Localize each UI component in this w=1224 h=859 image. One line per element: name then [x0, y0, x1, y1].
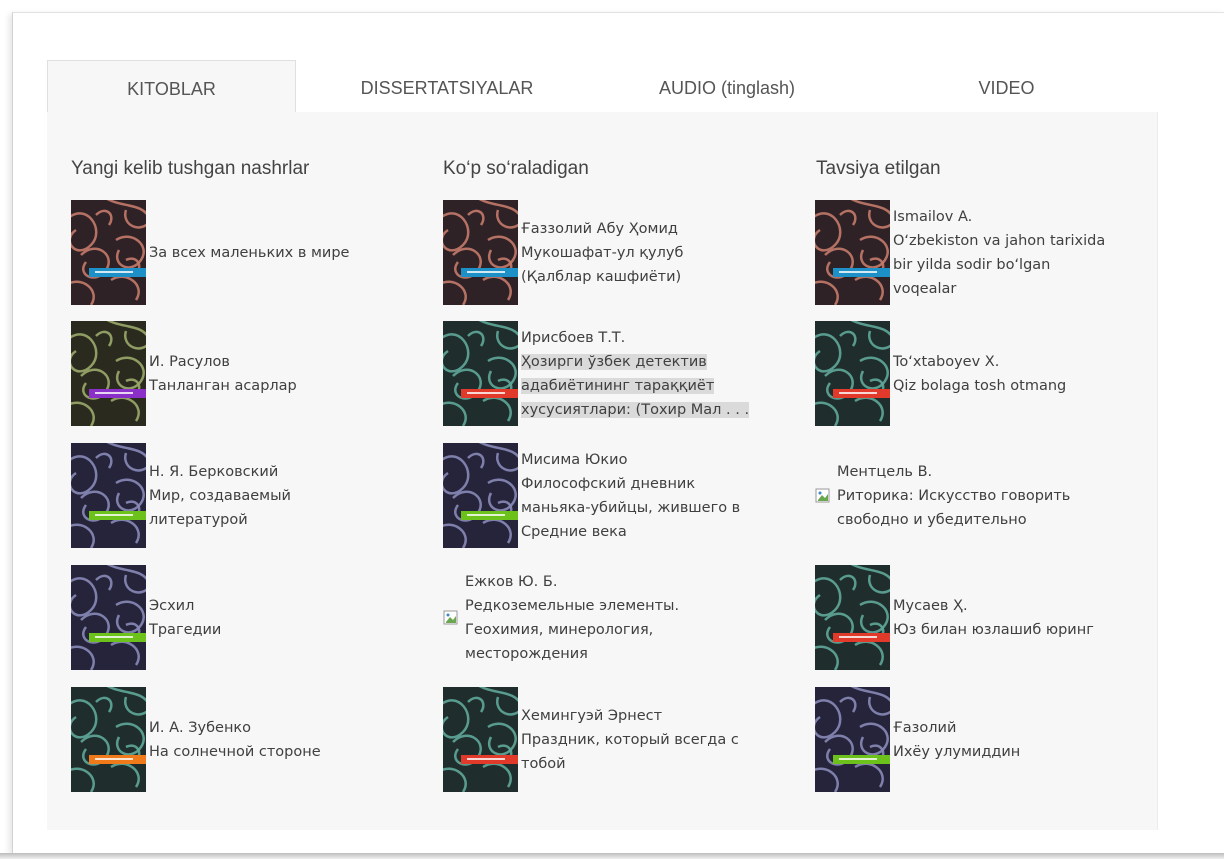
book-title-line: свободно и убедительно: [837, 512, 1027, 528]
book-title-line: Средние века: [521, 524, 627, 540]
book-title-line: Ихёу улумиддин: [893, 744, 1021, 760]
book-title-line: Редкоземельные элементы.: [465, 598, 680, 614]
book-cover-image[interactable]: [71, 443, 146, 548]
book-title-line: Мукошафат-ул қулуб: [521, 245, 684, 261]
tab-bar: KITOBLAR DISSERTATSIYALAR AUDIO (tinglas…: [47, 60, 1157, 112]
book-cover-image[interactable]: [443, 200, 518, 305]
book-author: Эсхил: [149, 598, 195, 614]
book-author: Мусаев Ҳ.: [893, 598, 968, 614]
book-title-line: месторождения: [465, 646, 588, 662]
book-author: Ментцель В.: [837, 464, 933, 480]
book-author: Ирисбоев Т.Т.: [521, 330, 626, 346]
tab-audio[interactable]: AUDIO (tinglash): [598, 60, 856, 112]
book-cover-image[interactable]: [815, 687, 890, 792]
book-cover-image[interactable]: [815, 565, 890, 670]
book-title-line: bir yilda sodir bo‘lgan: [893, 257, 1051, 273]
book-title[interactable]: Ғазолий Ихёу улумиддин: [893, 716, 1020, 764]
book-title-line: Риторика: Искусство говорить: [837, 488, 1071, 504]
book-title-line: (Қалблар кашфиёти): [521, 269, 682, 285]
book-title-line: voqealar: [893, 281, 957, 297]
tab-dissertatsiyalar[interactable]: DISSERTATSIYALAR: [296, 60, 598, 112]
book-author: И. Расулов: [149, 354, 230, 370]
book-title[interactable]: Н. Я. Берковский Мир, создаваемый литерату…: [149, 460, 291, 532]
broken-image-icon: [443, 610, 459, 626]
tab-kitoblar[interactable]: KITOBLAR: [47, 60, 296, 112]
book-author: Хемингуэй Эрнест: [521, 708, 663, 724]
book-title-line: Геохимия, минерология,: [465, 622, 654, 638]
book-title[interactable]: Ғаззолий Абу Ҳомид Мукошафат-ул қулуб (Қал…: [521, 217, 683, 289]
book-title[interactable]: To‘xtaboyev X. Qiz bolaga tosh otmang: [893, 350, 1066, 398]
book-title[interactable]: Мусаев Ҳ. Юз билан юзлашиб юринг: [893, 594, 1094, 642]
book-author: Ғаззолий Абу Ҳомид: [521, 221, 678, 237]
book-title-line: литературой: [149, 512, 248, 528]
book-title-line: Трагедии: [149, 622, 222, 638]
books-panel: Yangi kelib tushgan nashrlar Ko‘p so‘ral…: [47, 112, 1158, 830]
book-title[interactable]: Ежков Ю. Б. Редкоземельные элементы. Геохи…: [465, 570, 679, 666]
book-cover-image[interactable]: [71, 565, 146, 670]
book-author: Н. Я. Берковский: [149, 464, 279, 480]
book-title-line: тобой: [521, 756, 566, 772]
book-title-line: маньяка-убийцы, жившего в: [521, 500, 741, 516]
book-title-line: Танланган асарлар: [149, 378, 297, 394]
book-title[interactable]: За всех маленьких в мире: [149, 241, 349, 265]
broken-image-icon: [815, 488, 831, 504]
book-title-line: Праздник, который всегда с: [521, 732, 739, 748]
book-title[interactable]: Ismailov A. O‘zbekiston va jahon tarixida…: [893, 205, 1105, 301]
book-title-line: Юз билан юзлашиб юринг: [893, 622, 1094, 638]
book-title-line: Мир, создаваемый: [149, 488, 291, 504]
book-title[interactable]: И. А. Зубенко На солнечной стороне: [149, 716, 321, 764]
book-cover-image[interactable]: [71, 200, 146, 305]
book-author: Ғазолий: [893, 720, 957, 736]
book-title-line: За всех маленьких в мире: [149, 245, 350, 261]
book-author: Ismailov A.: [893, 209, 973, 225]
book-title-line: хусусиятлари: (Тохир Мал . . .: [521, 402, 750, 418]
book-title-line: адабиётининг тараққиёт: [521, 378, 715, 394]
book-author: To‘xtaboyev X.: [893, 354, 1000, 370]
book-title[interactable]: Эсхил Трагедии: [149, 594, 221, 642]
book-title-line: На солнечной стороне: [149, 744, 321, 760]
book-title-line: Ҳозирги ўзбек детектив: [521, 354, 707, 370]
tab-video[interactable]: VIDEO: [856, 60, 1157, 112]
column-title-popular: Ko‘p so‘raladigan: [443, 158, 589, 179]
book-author: И. А. Зубенко: [149, 720, 252, 736]
book-cover-image[interactable]: [71, 321, 146, 426]
book-author: Ежков Ю. Б.: [465, 574, 558, 590]
column-title-recommended: Tavsiya etilgan: [816, 158, 941, 179]
bottom-divider: [0, 853, 1224, 859]
column-title-new: Yangi kelib tushgan nashrlar: [71, 158, 310, 179]
book-title-line: O‘zbekiston va jahon tarixida: [893, 233, 1106, 249]
book-cover-image[interactable]: [815, 200, 890, 305]
book-title[interactable]: Мисима Юкио Философский дневник маньяка-уб…: [521, 448, 740, 544]
book-title[interactable]: Ментцель В. Риторика: Искусство говорить с…: [837, 460, 1070, 532]
book-cover-image[interactable]: [443, 687, 518, 792]
book-cover-image[interactable]: [815, 321, 890, 426]
book-title-line: Философский дневник: [521, 476, 696, 492]
book-cover-image[interactable]: [71, 687, 146, 792]
book-title-line: Qiz bolaga tosh otmang: [893, 378, 1067, 394]
book-cover-image[interactable]: [443, 443, 518, 548]
book-title[interactable]: Хемингуэй Эрнест Праздник, который всегда…: [521, 704, 739, 776]
book-cover-image[interactable]: [443, 321, 518, 426]
book-author: Мисима Юкио: [521, 452, 628, 468]
book-title[interactable]: И. Расулов Танланган асарлар: [149, 350, 297, 398]
book-title[interactable]: Ирисбоев Т.Т. Ҳозирги ўзбек детектив адаби…: [521, 326, 750, 422]
